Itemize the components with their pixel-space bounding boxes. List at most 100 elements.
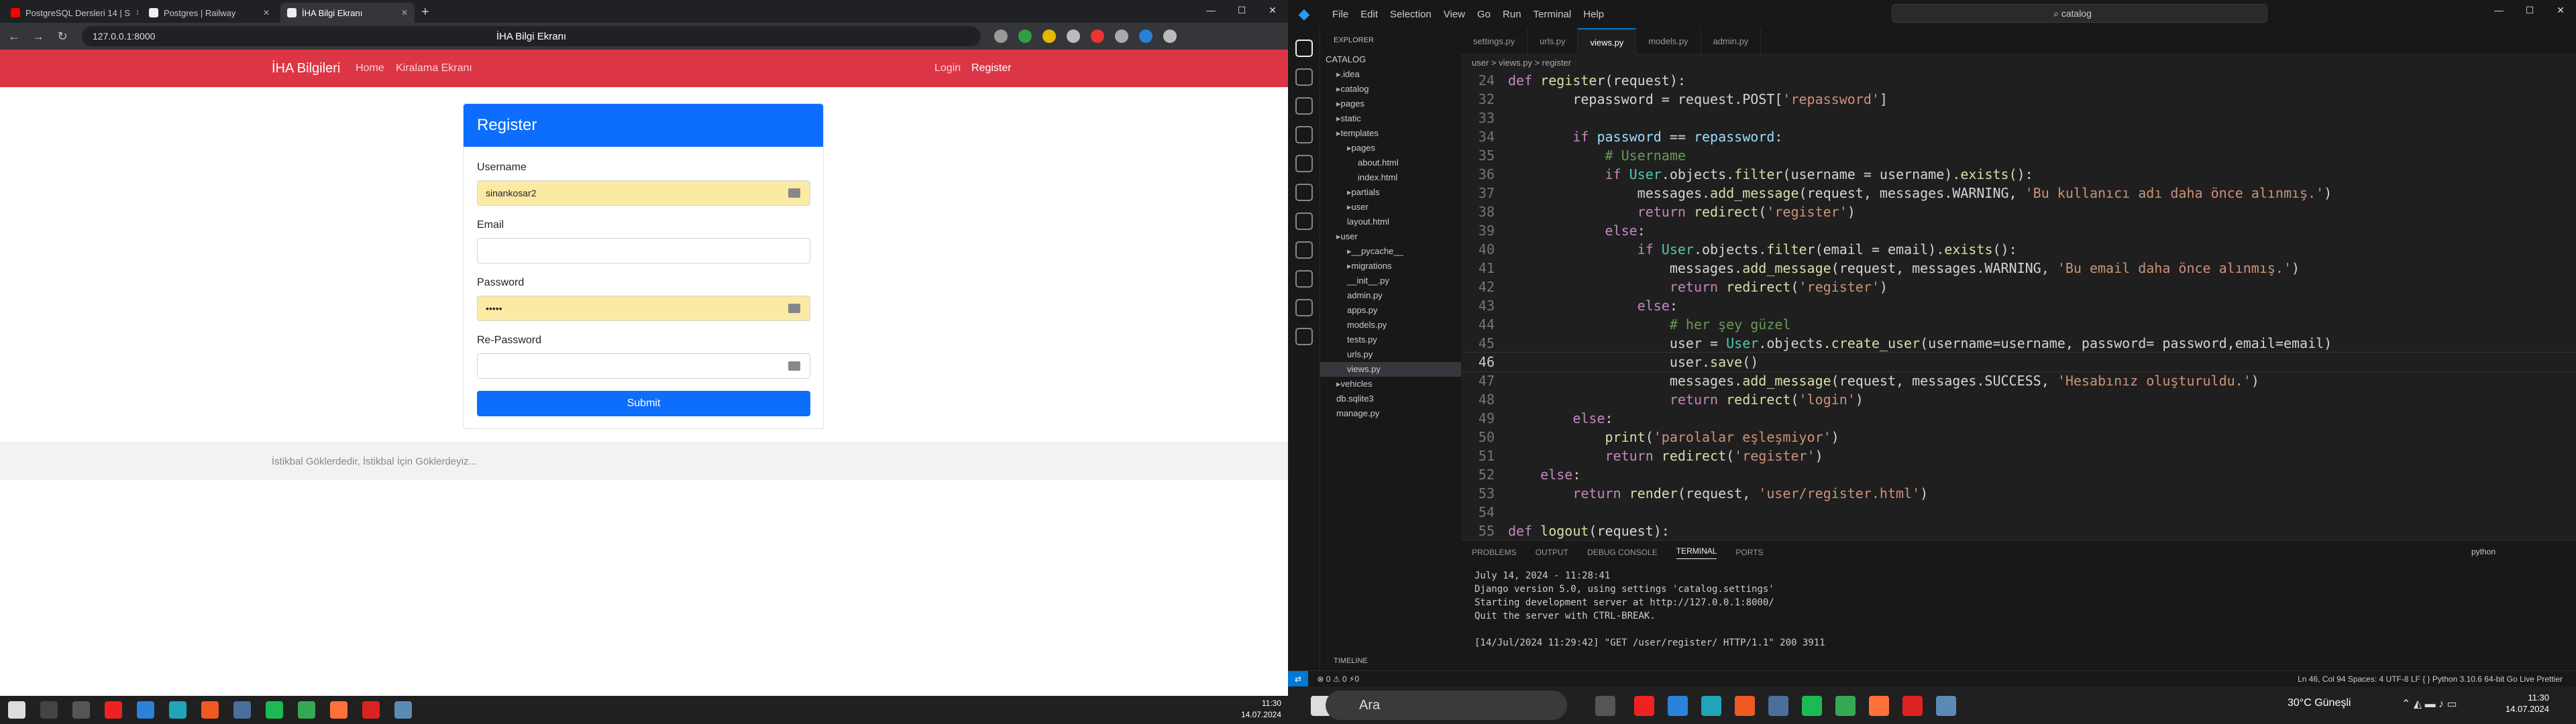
tree-folder[interactable]: pages [1320,97,1461,111]
python-icon[interactable] [1295,299,1313,316]
editor-tab[interactable]: urls.py [1527,28,1578,55]
app-icon[interactable] [1936,696,1956,716]
extension-icon[interactable] [1139,29,1152,43]
password-field[interactable]: ••••• [477,296,810,321]
remote-indicator[interactable]: ⇄ [1288,671,1309,687]
gitlens-icon[interactable] [1295,241,1313,259]
clock[interactable]: 11:30 14.07.2024 [1241,698,1281,721]
anchor-icon[interactable] [1295,328,1313,345]
tree-folder[interactable]: pages [1320,141,1461,156]
tree-folder[interactable]: static [1320,111,1461,126]
minimize-button[interactable]: — [1195,0,1226,20]
chrome-icon[interactable] [1835,696,1856,716]
vscode-icon[interactable] [1668,696,1688,716]
search-icon[interactable] [1295,68,1313,86]
nav-register[interactable]: Register [971,62,1012,74]
menu-item[interactable]: Go [1477,9,1491,20]
tree-folder[interactable]: partials [1320,185,1461,200]
code-editor[interactable]: 24 def register (request): 32 repassword = … [1461,71,2576,540]
nav-login[interactable]: Login [934,62,961,74]
terminal-shell[interactable]: python [2471,547,2496,556]
maximize-button[interactable]: ☐ [2514,0,2545,20]
panel-tab[interactable]: DEBUG CONSOLE [1587,548,1658,557]
extension-icon[interactable] [1091,29,1104,43]
extension-icon[interactable] [1018,29,1032,43]
email-field[interactable] [477,238,810,263]
menu-icon[interactable] [1163,29,1177,43]
forward-button[interactable]: → [28,29,48,44]
tree-file[interactable]: views.py [1320,362,1461,377]
close-window-button[interactable]: ✕ [2545,0,2576,20]
tree-file[interactable]: db.sqlite3 [1320,391,1461,406]
spotify-icon[interactable] [1802,696,1822,716]
close-tab-icon[interactable]: ✕ [136,8,138,17]
edge-icon[interactable] [1701,696,1721,716]
browser-tab[interactable]: PostgreSQL Dersleri 14 | S✕ [4,3,138,23]
menu-item[interactable]: Terminal [1534,9,1572,20]
tree-folder[interactable]: vehicles [1320,377,1461,391]
menu-item[interactable]: Edit [1360,9,1378,20]
panel-tab[interactable]: TERMINAL [1676,546,1717,559]
close-window-button[interactable]: ✕ [1257,0,1288,20]
reload-button[interactable]: ↻ [52,29,72,44]
nav-home[interactable]: Home [356,62,384,74]
remote-icon[interactable] [1295,184,1313,201]
panel-tab[interactable]: OUTPUT [1536,548,1568,557]
tree-file[interactable]: models.py [1320,318,1461,333]
terminal-output[interactable]: July 14, 2024 - 11:28:41 Django version … [1461,564,2576,655]
task-view-icon[interactable] [72,701,90,719]
close-tab-icon[interactable]: ✕ [263,8,270,17]
tree-file[interactable]: apps.py [1320,303,1461,318]
pgadmin-icon[interactable] [1768,696,1788,716]
taskbar-search[interactable]: Ara [1326,690,1567,720]
tree-folder[interactable]: __pycache__ [1320,244,1461,259]
extension-icon[interactable] [1042,29,1056,43]
edge-icon[interactable] [169,701,186,719]
explorer-icon[interactable] [1295,40,1313,57]
spotify-icon[interactable] [266,701,283,719]
repassword-field[interactable] [477,353,810,379]
opera-icon[interactable] [1634,696,1654,716]
username-field[interactable]: sinankosar2 [477,180,810,206]
minimize-button[interactable]: — [2483,0,2514,20]
yandex-icon[interactable] [1902,696,1923,716]
testing-icon[interactable] [1295,213,1313,230]
tree-folder[interactable]: .idea [1320,67,1461,82]
menu-item[interactable]: View [1444,9,1465,20]
weather-widget[interactable]: 30°C Güneşli [2288,697,2351,709]
yandex-icon[interactable] [362,701,380,719]
tree-file[interactable]: CATALOG [1320,52,1461,67]
menu-item[interactable]: Help [1583,9,1604,20]
tree-folder[interactable]: user [1320,200,1461,215]
editor-tab[interactable]: settings.py [1461,28,1528,55]
close-tab-icon[interactable]: ✕ [401,8,408,17]
task-view-icon[interactable] [1595,696,1615,716]
site-brand[interactable]: İHA Bilgileri [272,61,340,76]
tree-folder[interactable]: user [1320,229,1461,244]
tree-folder[interactable]: catalog [1320,82,1461,97]
editor-tab[interactable]: admin.py [1701,28,1762,55]
tree-file[interactable]: __init__.py [1320,274,1461,288]
panel-tab[interactable]: PROBLEMS [1472,548,1517,557]
tree-file[interactable]: index.html [1320,170,1461,185]
pgadmin-icon[interactable] [233,701,251,719]
url-bar[interactable]: 127.0.0.1:8000 İHA Bilgi Ekranı [82,26,981,46]
status-right[interactable]: Ln 46, Col 94 Spaces: 4 UTF-8 LF { } Pyt… [2298,671,2563,687]
tree-folder[interactable]: templates [1320,126,1461,141]
problems-status[interactable]: ⊗ 0 ⚠ 0 ⚡0 [1317,674,1359,684]
search-icon[interactable] [40,701,58,719]
timeline-section[interactable]: TIMELINE [1334,657,1368,665]
browser-tab[interactable]: Postgres | Railway ✕ [142,3,276,23]
firefox-icon[interactable] [330,701,347,719]
run-debug-icon[interactable] [1295,126,1313,143]
tree-file[interactable]: admin.py [1320,288,1461,303]
breadcrumb[interactable]: user > views.py > register [1461,55,2576,71]
tree-folder[interactable]: migrations [1320,259,1461,274]
system-tray-icons[interactable]: ⌃ ◭ ▬ ♪ ▭ [2402,697,2457,711]
app-icon[interactable] [394,701,412,719]
tree-file[interactable]: layout.html [1320,215,1461,229]
autofill-key-icon[interactable] [788,188,800,198]
source-control-icon[interactable] [1295,97,1313,115]
tree-file[interactable]: manage.py [1320,406,1461,421]
menu-item[interactable]: Run [1503,9,1521,20]
